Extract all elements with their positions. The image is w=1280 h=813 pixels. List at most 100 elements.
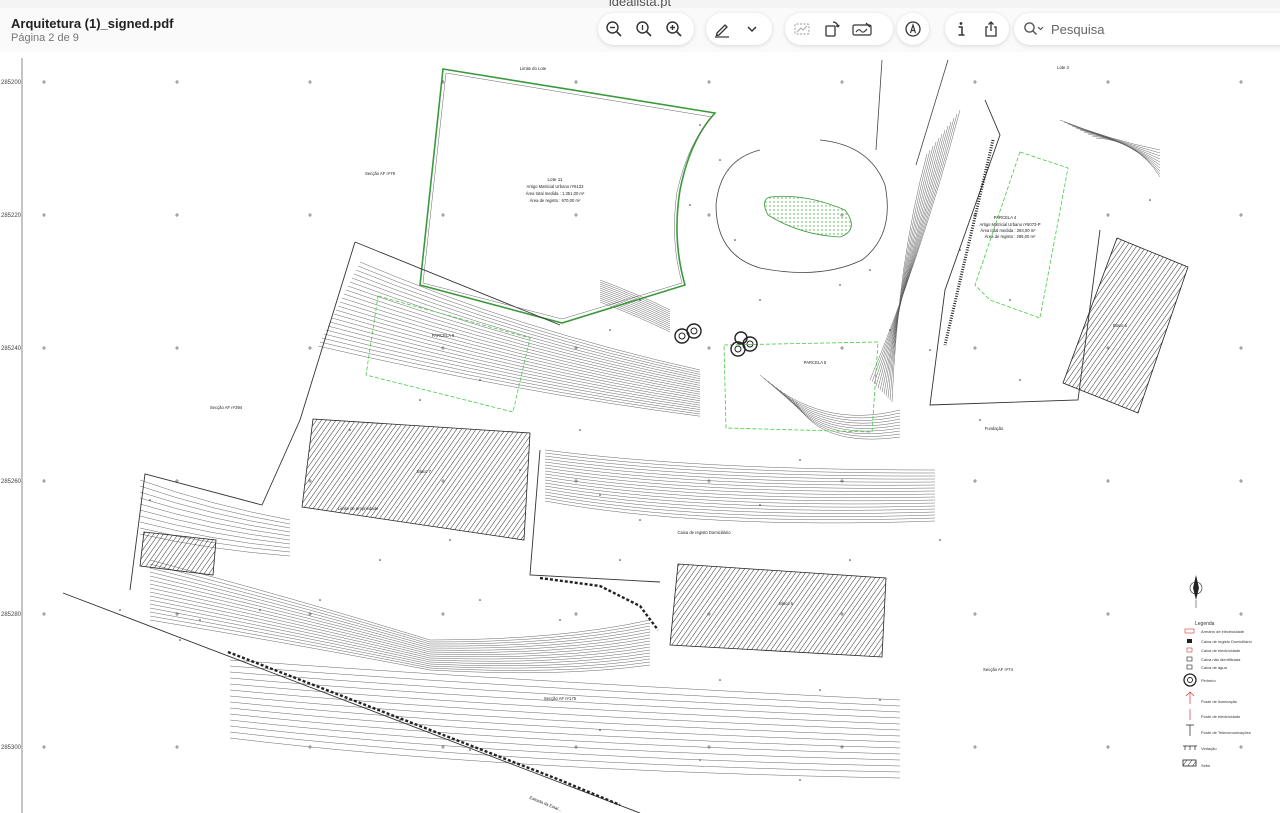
grid-cross <box>1239 745 1243 749</box>
zoom-out-button[interactable] <box>599 14 629 44</box>
grid-cross <box>840 479 844 483</box>
spot-height-marker <box>379 559 381 561</box>
spot-height-marker <box>619 559 621 561</box>
page-indicator: Página 2 de 9 <box>11 32 79 44</box>
grid-cross <box>441 612 445 616</box>
label-seccao-74: Secção AF nº74 <box>983 667 1014 672</box>
annotate-icon <box>905 21 921 37</box>
contour-line <box>327 325 701 406</box>
contour-line <box>775 386 901 427</box>
share-button[interactable] <box>976 14 1006 44</box>
spot-height-marker <box>959 249 961 251</box>
contour-line <box>791 398 901 437</box>
contour-line <box>599 279 671 311</box>
spot-height-marker <box>1019 379 1021 381</box>
legend-symbol-caixa-electricidade <box>1186 647 1193 653</box>
contour-line <box>229 731 901 773</box>
contour-line <box>323 333 701 410</box>
spot-height-marker <box>119 609 121 611</box>
grid-cross <box>42 213 46 217</box>
grid-cross <box>1239 479 1243 483</box>
label-parcela-5: PARCELA 5 <box>804 360 827 365</box>
label-limite-propriedade: Limite de propriedade <box>338 506 379 511</box>
label-caixa-registo: Caixa de registo Domiciliário <box>677 530 731 535</box>
label-seccao-175: Secção AF nº175 <box>544 696 577 701</box>
contour-line <box>329 321 701 404</box>
lot-11-inner <box>422 72 713 320</box>
label-bloco-7: Bloco 7 <box>417 469 432 474</box>
contour-line <box>321 337 701 413</box>
spot-height-marker <box>399 719 401 721</box>
spot-height-marker <box>1009 299 1011 301</box>
label-lote-11-area-registo: Área de registo : 970,00 m² <box>530 198 581 203</box>
markup-controls <box>706 13 772 45</box>
markup-pen-icon <box>715 24 729 38</box>
contour-line <box>599 283 671 315</box>
grid-cross <box>175 80 179 84</box>
grid-cross <box>42 80 46 84</box>
parcel-5-boundary <box>723 341 879 433</box>
spot-height-marker <box>559 619 561 621</box>
label-lote-3: Lote 3 <box>1057 65 1069 70</box>
spot-height-marker <box>699 759 701 761</box>
contour-line <box>325 329 701 408</box>
signature-button[interactable] <box>847 14 877 44</box>
spot-height-marker <box>179 639 181 641</box>
legend-item-poste-electricidade: Poste de electricidade <box>1201 714 1241 719</box>
grid-cross <box>973 612 977 616</box>
label-bloco-6: Bloco 6 <box>1113 323 1128 328</box>
label-seccao-79: Secção AF nº79 <box>365 171 396 176</box>
legend-symbol-poste-telecom <box>1186 724 1194 736</box>
label-bloco-5: Bloco 5 <box>779 601 794 606</box>
markup-button[interactable] <box>707 14 737 44</box>
contour-line <box>875 121 952 387</box>
coord-label-6: 285300 <box>1 745 22 751</box>
highlight-icon <box>794 23 810 35</box>
highlight-button[interactable] <box>787 14 817 44</box>
grid-cross <box>42 346 46 350</box>
pdf-page[interactable]: 285200 285220 285240 285260 285280 28530… <box>0 52 1280 813</box>
grid-cross <box>1106 213 1110 217</box>
legend-symbol-sebe <box>1182 759 1197 767</box>
contour-line <box>1063 121 1161 154</box>
contour-line <box>879 129 946 391</box>
legend-title: Legenda <box>1195 621 1215 627</box>
markup-menu-button[interactable] <box>737 14 767 44</box>
boundary-wall <box>129 99 1101 591</box>
preview-toolbar: Arquitetura (1)_signed.pdf Página 2 de 9 <box>0 8 1280 52</box>
contour-line <box>763 377 901 419</box>
legend-symbol-caixa-registo <box>1187 639 1192 643</box>
grid-cross <box>840 80 844 84</box>
legend-item-poste-telecom: Poste de Telecomunicações <box>1201 730 1251 735</box>
legend-item-armario: Armário de electricidade <box>1201 629 1245 634</box>
legend-pine-symbol <box>1183 673 1197 687</box>
legend-symbol-caixa-agua <box>1186 664 1193 670</box>
hedge-line <box>227 650 621 807</box>
contour-line <box>149 595 651 660</box>
label-parcela-4-matricial: Artigo Matricial Urbano nº5073-P <box>979 222 1040 227</box>
spot-height-marker <box>149 499 151 501</box>
grid-cross <box>42 479 46 483</box>
grid-cross <box>175 346 179 350</box>
annotate-button[interactable] <box>898 14 928 44</box>
rotate-icon <box>825 21 840 37</box>
actual-size-button[interactable] <box>629 14 659 44</box>
spot-height-marker <box>609 329 611 331</box>
coord-label-4: 285260 <box>1 479 22 485</box>
spot-height-marker <box>939 539 941 541</box>
zoom-controls <box>598 13 694 45</box>
grid-cross <box>1106 80 1110 84</box>
legend-item-caixa-electricidade: Caixa de electricidade <box>1201 648 1241 653</box>
search-input[interactable] <box>1049 20 1273 38</box>
legend-symbol-vedacao <box>1183 745 1197 750</box>
pine-trees <box>674 323 758 357</box>
spot-height-marker <box>349 429 351 431</box>
search-box[interactable] <box>1014 13 1280 45</box>
spot-height-marker <box>759 299 761 301</box>
edit-controls <box>785 13 893 45</box>
zoom-in-button[interactable] <box>659 14 689 44</box>
info-button[interactable] <box>946 14 976 44</box>
rotate-button[interactable] <box>817 14 847 44</box>
contour-line <box>149 615 651 671</box>
grid-cross <box>1239 213 1243 217</box>
